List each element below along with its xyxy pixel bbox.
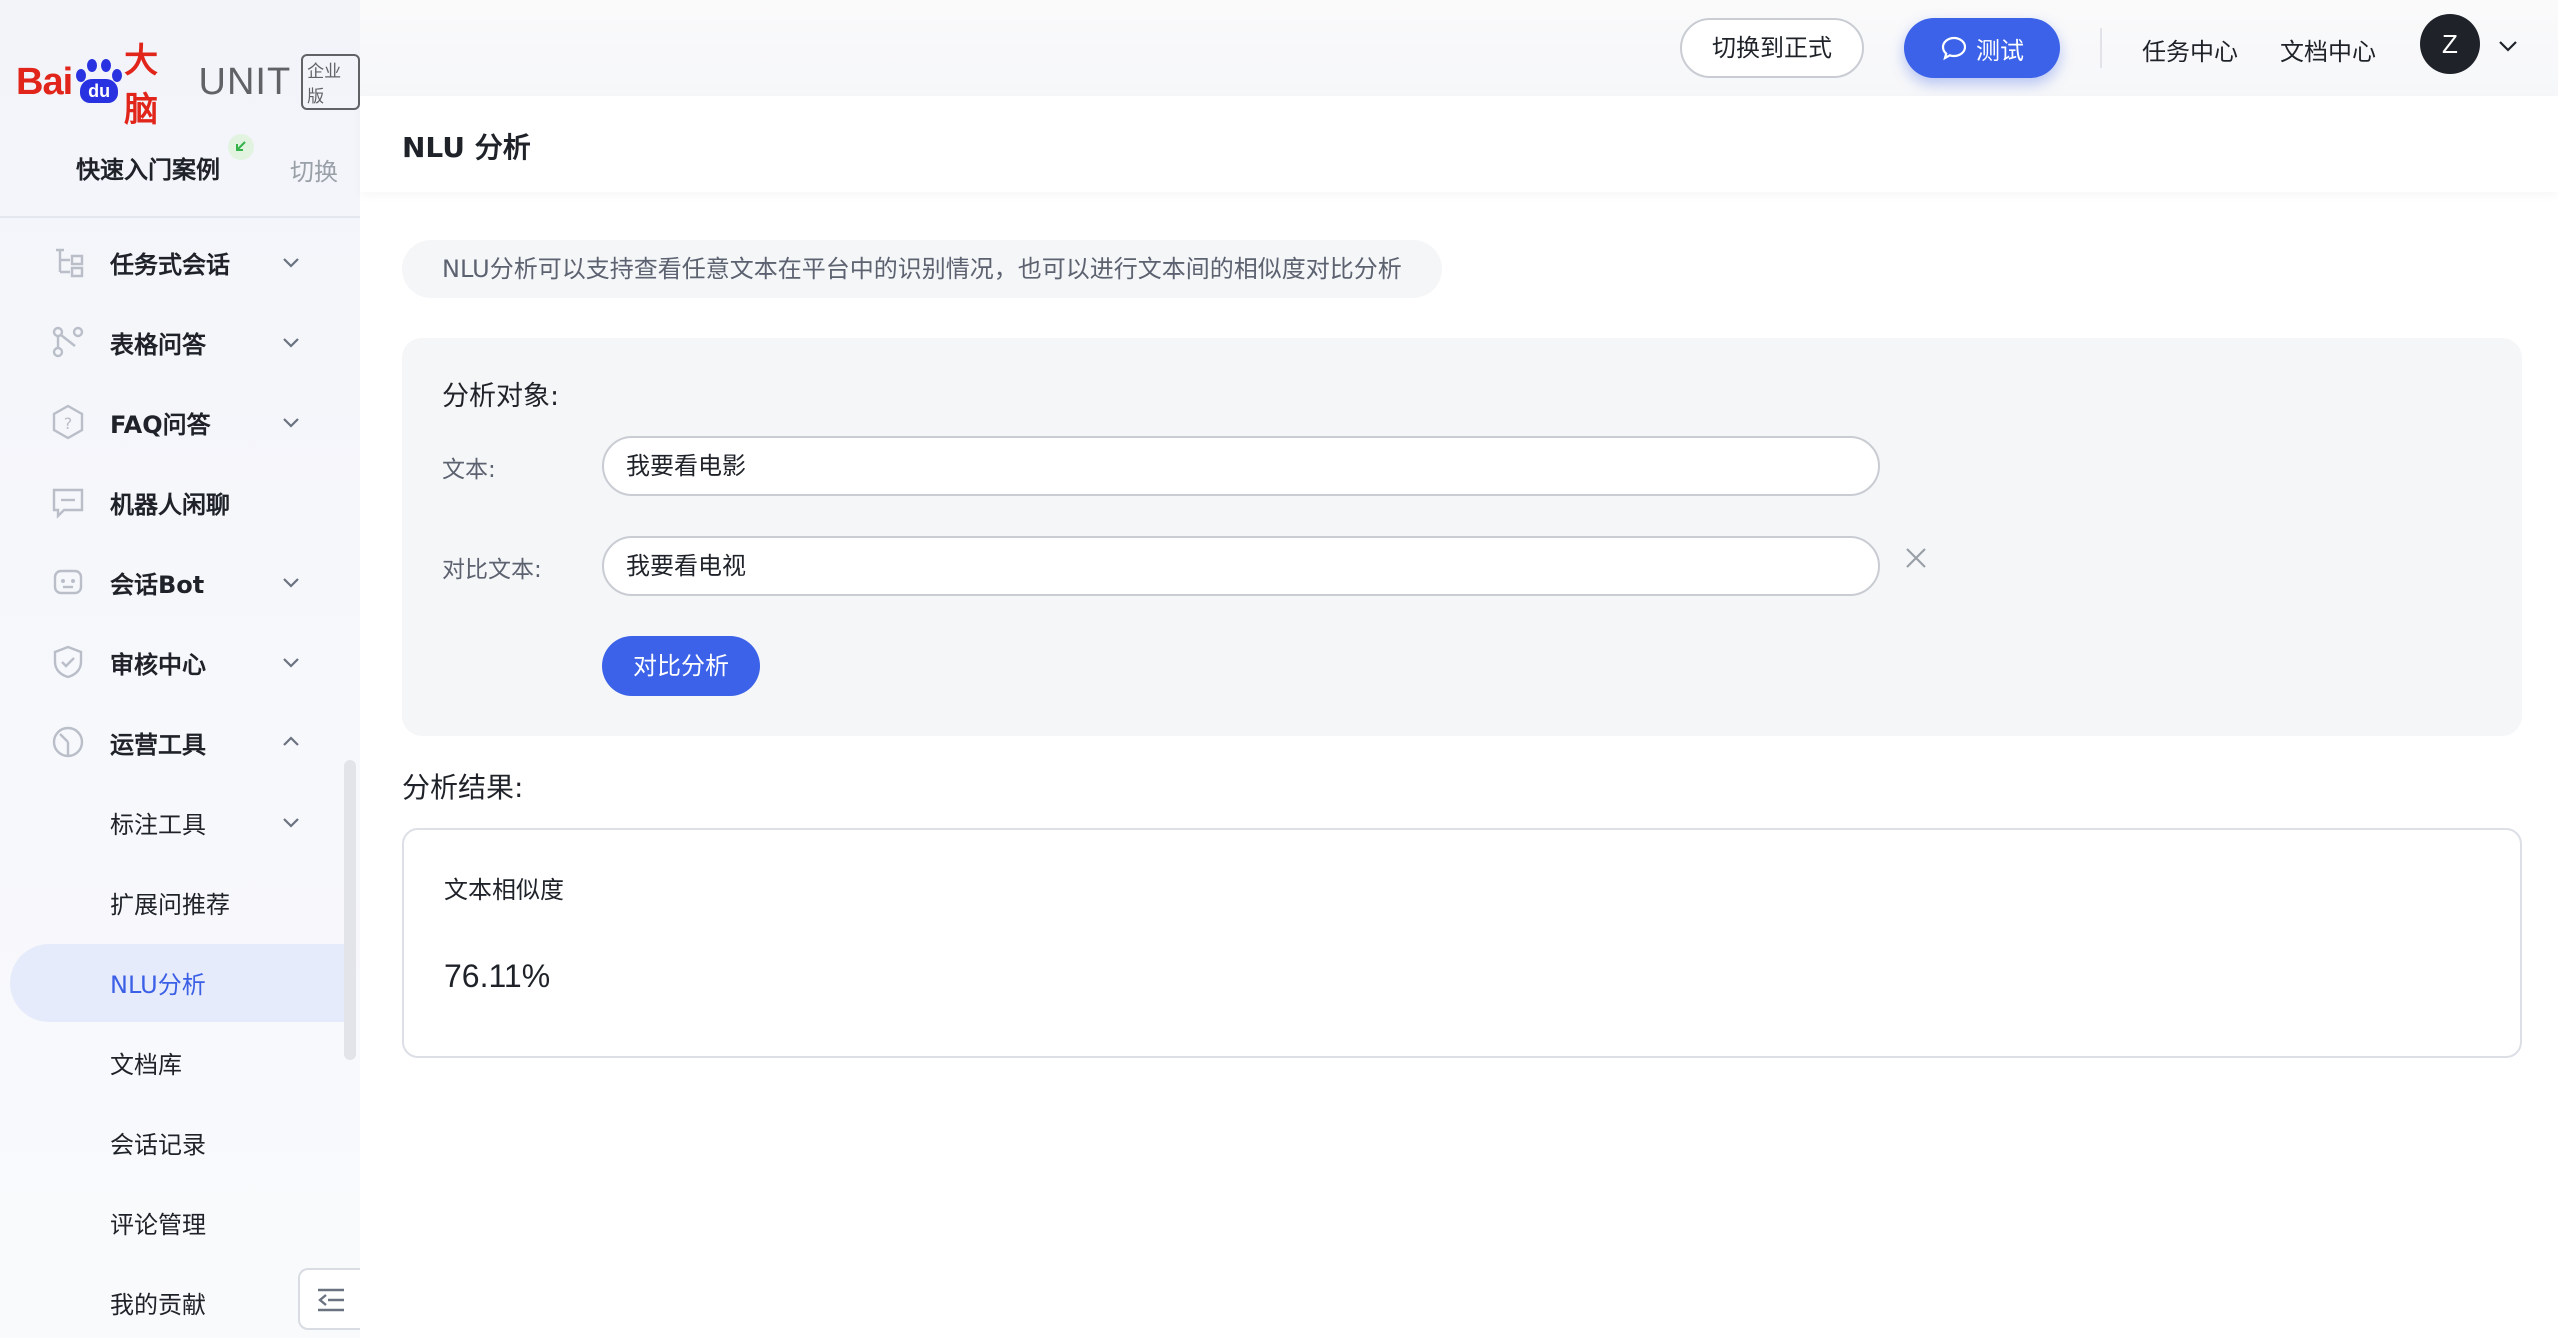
- text-label: 文本:: [442, 457, 496, 483]
- switch-to-production-button[interactable]: 切换到正式: [1680, 18, 1864, 78]
- result-box: 文本相似度 76.11%: [402, 828, 2522, 1058]
- compare-analysis-button[interactable]: 对比分析: [602, 636, 760, 696]
- flow-tree-icon: [56, 248, 84, 278]
- result-title: 分析结果:: [402, 771, 524, 804]
- arrow-in-icon: [228, 134, 254, 160]
- baidu-paw-icon: du: [74, 59, 123, 105]
- top-separator: [2100, 28, 2102, 68]
- sidebar-item-label: 扩展问推荐: [110, 890, 230, 919]
- chat-bubble-icon: [1941, 36, 1967, 61]
- info-notice: NLU分析可以支持查看任意文本在平台中的识别情况，也可以进行文本间的相似度对比分…: [402, 240, 1442, 298]
- shield-check-icon: [53, 645, 83, 679]
- sidebar-item-label: 评论管理: [110, 1210, 206, 1239]
- sidebar-item-faq[interactable]: ? FAQ问答: [0, 382, 360, 462]
- chevron-down-icon: [283, 578, 299, 588]
- sidebar-item-label: 运营工具: [110, 730, 206, 759]
- compare-text-label: 对比文本:: [442, 557, 542, 583]
- text-input[interactable]: 我要看电影: [602, 436, 1880, 496]
- chevron-down-icon: [283, 338, 299, 348]
- sidebar-item-label: 我的贡献: [110, 1290, 206, 1319]
- page-header: NLU 分析: [360, 96, 2558, 192]
- sidebar-item-bot[interactable]: 会话Bot: [0, 542, 360, 622]
- network-icon: [52, 326, 84, 358]
- chevron-down-icon: [283, 258, 299, 268]
- test-button-label: 测试: [1976, 36, 2024, 65]
- chevron-down-icon: [283, 818, 299, 828]
- logo-bai-text: Bai: [16, 60, 73, 103]
- compare-text-input[interactable]: 我要看电视: [602, 536, 1880, 596]
- close-icon[interactable]: [1902, 544, 1930, 572]
- sidebar-item-doc-library[interactable]: 文档库: [0, 1022, 360, 1102]
- edition-badge: 企业版: [301, 54, 361, 110]
- chat-box-icon: [52, 488, 84, 519]
- chevron-down-icon[interactable]: [2496, 34, 2520, 58]
- sidebar-item-session-log[interactable]: 会话记录: [0, 1102, 360, 1182]
- dashboard-icon: [52, 726, 84, 758]
- sidebar-item-nlu-analysis[interactable]: NLU分析: [0, 942, 360, 1022]
- logo-unit-text: UNIT: [198, 60, 292, 103]
- user-avatar[interactable]: Z: [2420, 14, 2480, 74]
- analysis-target-panel: 分析对象: 文本: 我要看电影 对比文本: 我要看电视 对比分析: [402, 338, 2522, 736]
- sidebar-item-label: 文档库: [110, 1050, 182, 1079]
- sidebar-divider: [0, 216, 360, 218]
- logo-du-text: du: [80, 79, 119, 103]
- page-title: NLU 分析: [402, 131, 531, 164]
- sidebar-item-chitchat[interactable]: 机器人闲聊: [0, 462, 360, 542]
- sidebar-scrollbar[interactable]: [344, 760, 356, 1060]
- main-area: 切换到正式 测试 任务中心 文档中心 Z NLU 分析 NLU分析可以支持查看任…: [360, 0, 2558, 1338]
- sidebar-item-comment-manage[interactable]: 评论管理: [0, 1182, 360, 1262]
- similarity-value: 76.11%: [444, 958, 551, 994]
- sidebar-item-label: 会话记录: [110, 1130, 206, 1159]
- task-center-link[interactable]: 任务中心: [2142, 32, 2238, 67]
- sidebar-item-ops-tools[interactable]: 运营工具: [0, 702, 360, 782]
- sidebar-item-table-qa[interactable]: 表格问答: [0, 302, 360, 382]
- sidebar-nav: 任务式会话 表格问答 ? FAQ问答 机器人闲聊 会话Bot 审核中心 运营工具…: [0, 222, 360, 1338]
- sidebar-item-label: 会话Bot: [110, 570, 205, 599]
- analysis-target-title: 分析对象:: [442, 381, 560, 412]
- svg-text:?: ?: [64, 414, 73, 433]
- quick-start-case[interactable]: 快速入门案例: [76, 150, 220, 185]
- test-button[interactable]: 测试: [1904, 18, 2060, 78]
- top-bar: 切换到正式 测试 任务中心 文档中心 Z: [360, 0, 2558, 96]
- similarity-label: 文本相似度: [444, 876, 564, 904]
- sidebar-item-label: 审核中心: [110, 650, 206, 679]
- sidebar-item-label: 表格问答: [110, 330, 206, 359]
- logo-danao-text: 大脑: [124, 41, 159, 130]
- chevron-down-icon: [283, 658, 299, 668]
- robot-icon: [53, 569, 83, 595]
- switch-project-link[interactable]: 切换: [290, 152, 338, 187]
- sidebar-item-review-center[interactable]: 审核中心: [0, 622, 360, 702]
- sidebar-item-label: 机器人闲聊: [110, 490, 230, 519]
- sidebar: Bai du 大脑 UNIT 企业版 快速入门案例 切换 任务式会话 表格问答 …: [0, 0, 361, 1338]
- sidebar-item-expand-question[interactable]: 扩展问推荐: [0, 862, 360, 942]
- sidebar-item-label: NLU分析: [110, 970, 206, 999]
- chevron-down-icon: [283, 418, 299, 428]
- sidebar-item-label: FAQ问答: [110, 410, 211, 439]
- question-hexagon-icon: ?: [52, 404, 84, 440]
- sidebar-item-label: 任务式会话: [110, 250, 230, 279]
- chevron-up-icon: [283, 736, 299, 746]
- sidebar-item-task-dialog[interactable]: 任务式会话: [0, 222, 360, 302]
- collapse-sidebar-button[interactable]: [298, 1268, 360, 1330]
- sidebar-item-label: 标注工具: [110, 810, 206, 839]
- baidu-unit-logo[interactable]: Bai du 大脑 UNIT 企业版: [16, 41, 361, 130]
- collapse-icon: [318, 1288, 344, 1312]
- doc-center-link[interactable]: 文档中心: [2280, 32, 2376, 67]
- sidebar-item-annotation-tools[interactable]: 标注工具: [0, 782, 360, 862]
